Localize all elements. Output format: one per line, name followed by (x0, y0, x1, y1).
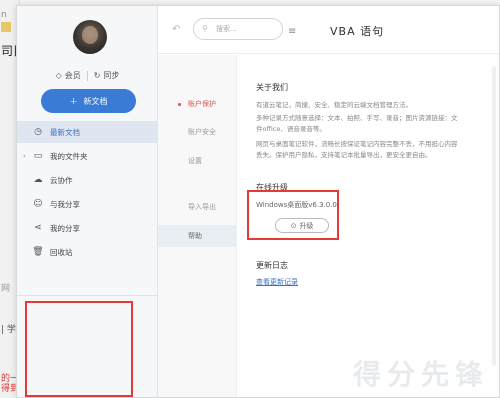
settings-item-account-security[interactable]: 账户安全 (158, 121, 237, 143)
sidebar-item-label: 我的分享 (50, 223, 80, 233)
page-title: VBA 语句 (330, 25, 385, 38)
topbar: ↶ ⚲ 搜索... ≡ VBA 语句 (158, 6, 499, 54)
divider (17, 295, 158, 296)
back-icon[interactable]: ↶ (172, 24, 180, 35)
about-title: 关于我们 (256, 83, 288, 92)
help-content: 关于我们 有道云笔记，简捷、安全、稳定的云端文档管理方法。 多种记录方式随意选择… (237, 55, 499, 397)
sidebar-item-label: 与我分享 (50, 199, 80, 209)
settings-item-help[interactable]: 帮助 (158, 225, 237, 247)
upgrade-button[interactable]: ⊙ 升级 (275, 218, 329, 233)
new-document-button[interactable]: ＋ 新文档 (41, 89, 136, 113)
main-panel: ↶ ⚲ 搜索... ≡ VBA 语句 账户保护 账户安全 设置 导入导出 帮助 … (158, 6, 499, 397)
changelog-link[interactable]: 查看更新记录 (256, 277, 298, 287)
search-placeholder: 搜索... (216, 25, 237, 33)
trash-icon: 🗑 (32, 247, 44, 257)
sync-label: 同步 (103, 71, 120, 80)
settings-nav: 账户保护 账户安全 设置 导入导出 帮助 (158, 55, 237, 397)
search-icon: ⚲ (202, 24, 208, 33)
sidebar-item-label: 我的文件夹 (50, 151, 88, 161)
plus-icon: ＋ (69, 96, 78, 106)
share-icon: ⋖ (34, 223, 42, 233)
quick-actions: ◇ 会员 ↻ 同步 (17, 70, 158, 81)
new-document-label: 新文档 (83, 96, 108, 106)
avatar[interactable] (73, 20, 107, 54)
clock-icon: ◷ (34, 127, 42, 137)
diamond-icon: ◇ (55, 71, 62, 80)
bg-toolbar-icon (1, 22, 11, 32)
sidebar-item-label: 最新文档 (50, 127, 80, 137)
menu-icon[interactable]: ≡ (288, 26, 296, 37)
sidebar-item-label: 云协作 (50, 175, 73, 185)
watermark: 得分先锋 (352, 358, 489, 391)
upgrade-icon: ⊙ (290, 221, 297, 230)
sidebar-item-recent[interactable]: ◷ 最新文档 (17, 121, 158, 143)
sidebar-nav: ◷ 最新文档 › ▭ 我的文件夹 ☁ 云协作 ☺ 与我分享 ⋖ 我的分享 🗑 回… (17, 121, 158, 265)
bg-fragment: n (1, 10, 7, 20)
upgrade-label: 升级 (299, 221, 314, 230)
settings-item-import-export[interactable]: 导入导出 (158, 196, 237, 218)
share-user-icon: ☺ (33, 199, 43, 209)
sidebar-item-trash[interactable]: 🗑 回收站 (17, 241, 158, 263)
about-paragraph: 有道云笔记，简捷、安全、稳定的云端文档管理方法。 (256, 101, 412, 109)
sidebar-item-my-folders[interactable]: › ▭ 我的文件夹 (17, 145, 158, 167)
bg-fragment: | 学 (1, 325, 16, 335)
highlight-box (25, 301, 133, 397)
search-input[interactable]: ⚲ 搜索... (193, 18, 283, 40)
changelog-title: 更新日志 (256, 261, 288, 270)
version-label: Windows桌面版v6.3.0.0 (256, 201, 337, 209)
divider (86, 70, 88, 81)
cloud-user-icon: ☁ (33, 175, 43, 185)
folder-icon: ▭ (33, 151, 43, 161)
sidebar-item-my-shares[interactable]: ⋖ 我的分享 (17, 217, 158, 239)
sidebar-item-label: 回收站 (50, 247, 73, 257)
chevron-right-icon[interactable]: › (23, 152, 26, 160)
settings-item-account-protection[interactable]: 账户保护 (158, 93, 237, 115)
sync-icon: ↻ (93, 71, 101, 80)
scrollbar[interactable] (492, 66, 496, 366)
about-paragraph: 多种记录方式随意选择：文本、拍照、手写、录音；图片资源链接：文件office、语… (256, 114, 458, 133)
bg-fragment: 网 (1, 284, 11, 294)
settings-item-settings[interactable]: 设置 (158, 150, 237, 172)
member-label: 会员 (64, 71, 81, 80)
sync-link[interactable]: ↻ 同步 (94, 70, 120, 81)
sidebar-item-cloud-collab[interactable]: ☁ 云协作 (17, 169, 158, 191)
about-paragraph: 网页与桌面笔记软件，流畅长按保证笔记内容完整不丢，不用担心内容丢失。保护用户隐私… (256, 140, 458, 159)
member-link[interactable]: ◇ 会员 (56, 70, 81, 81)
sidebar-item-shared-with-me[interactable]: ☺ 与我分享 (17, 193, 158, 215)
